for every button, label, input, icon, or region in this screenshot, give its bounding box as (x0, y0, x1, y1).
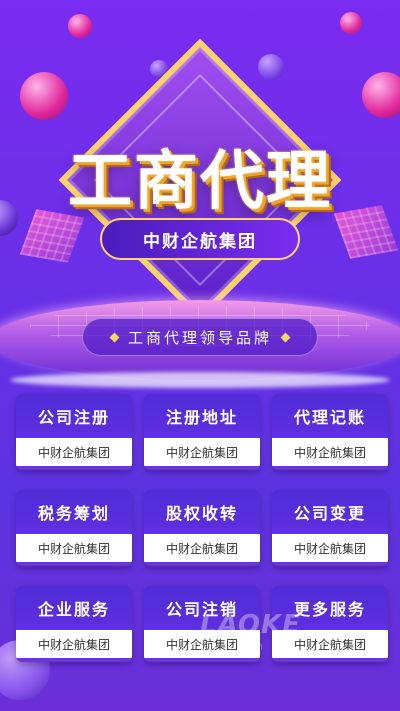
tagline-badge: 工商代理领导品牌 (82, 318, 318, 356)
service-card[interactable]: 代理记账 中财企航集团 (272, 394, 388, 470)
service-subtitle: 中财企航集团 (16, 438, 132, 466)
hero-title: 工商代理 (68, 145, 332, 219)
poster: 工商代理 中财企航集团 工商代理领导品牌 公司注册 中财企航集团 注册地址 中财… (0, 0, 400, 711)
service-card[interactable]: 税务筹划 中财企航集团 (16, 490, 132, 566)
service-subtitle: 中财企航集团 (16, 534, 132, 562)
service-card[interactable]: 公司注册 中财企航集团 (16, 394, 132, 470)
service-title: 股权收转 (165, 504, 238, 523)
decor-ball (68, 14, 92, 38)
decor-ball (20, 72, 68, 120)
watermark-logo: LAOKE (200, 610, 301, 640)
diamond-dot-icon (109, 332, 120, 342)
service-card[interactable]: 注册地址 中财企航集团 (144, 394, 260, 470)
service-card[interactable]: 股权收转 中财企航集团 (144, 490, 260, 566)
tagline-text: 工商代理领导品牌 (127, 328, 272, 347)
decor-ball (362, 72, 400, 118)
company-badge: 中财企航集团 (100, 218, 300, 260)
service-subtitle: 中财企航集团 (272, 438, 388, 466)
service-title: 公司变更 (293, 504, 366, 523)
service-subtitle: 中财企航集团 (16, 630, 132, 658)
service-card[interactable]: 公司变更 中财企航集团 (272, 490, 388, 566)
service-subtitle: 中财企航集团 (144, 438, 260, 466)
decor-ball (340, 12, 362, 34)
service-title: 税务筹划 (37, 504, 110, 523)
platform-rim (10, 372, 390, 388)
service-card[interactable]: 企业服务 中财企航集团 (16, 586, 132, 662)
company-name: 中财企航集团 (143, 231, 257, 252)
service-subtitle: 中财企航集团 (272, 534, 388, 562)
diamond-dot-icon (280, 332, 291, 342)
service-title: 代理记账 (293, 408, 366, 427)
service-title: 注册地址 (165, 408, 238, 427)
service-title: 公司注册 (37, 408, 110, 427)
decor-ball (258, 54, 284, 80)
service-title: 企业服务 (37, 600, 110, 619)
watermark-domain: .com (236, 640, 263, 653)
service-subtitle: 中财企航集团 (144, 534, 260, 562)
